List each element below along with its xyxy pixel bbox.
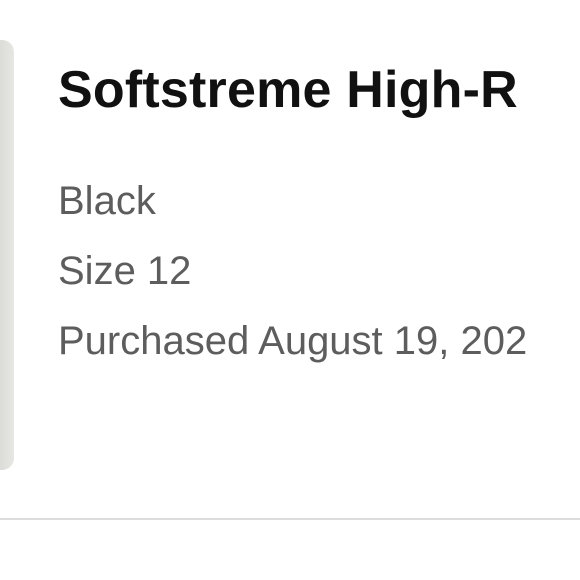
- product-thumbnail[interactable]: [0, 40, 14, 470]
- order-item-card[interactable]: Softstreme High-R Black Size 12 Purchase…: [0, 0, 580, 520]
- product-title[interactable]: Softstreme High-R: [58, 58, 580, 122]
- order-item-details: Softstreme High-R Black Size 12 Purchase…: [58, 58, 580, 376]
- list-area-below: [0, 520, 580, 580]
- product-size: Size 12: [58, 249, 192, 293]
- purchase-date: Purchased August 19, 202: [58, 319, 528, 363]
- product-color: Black: [58, 179, 156, 223]
